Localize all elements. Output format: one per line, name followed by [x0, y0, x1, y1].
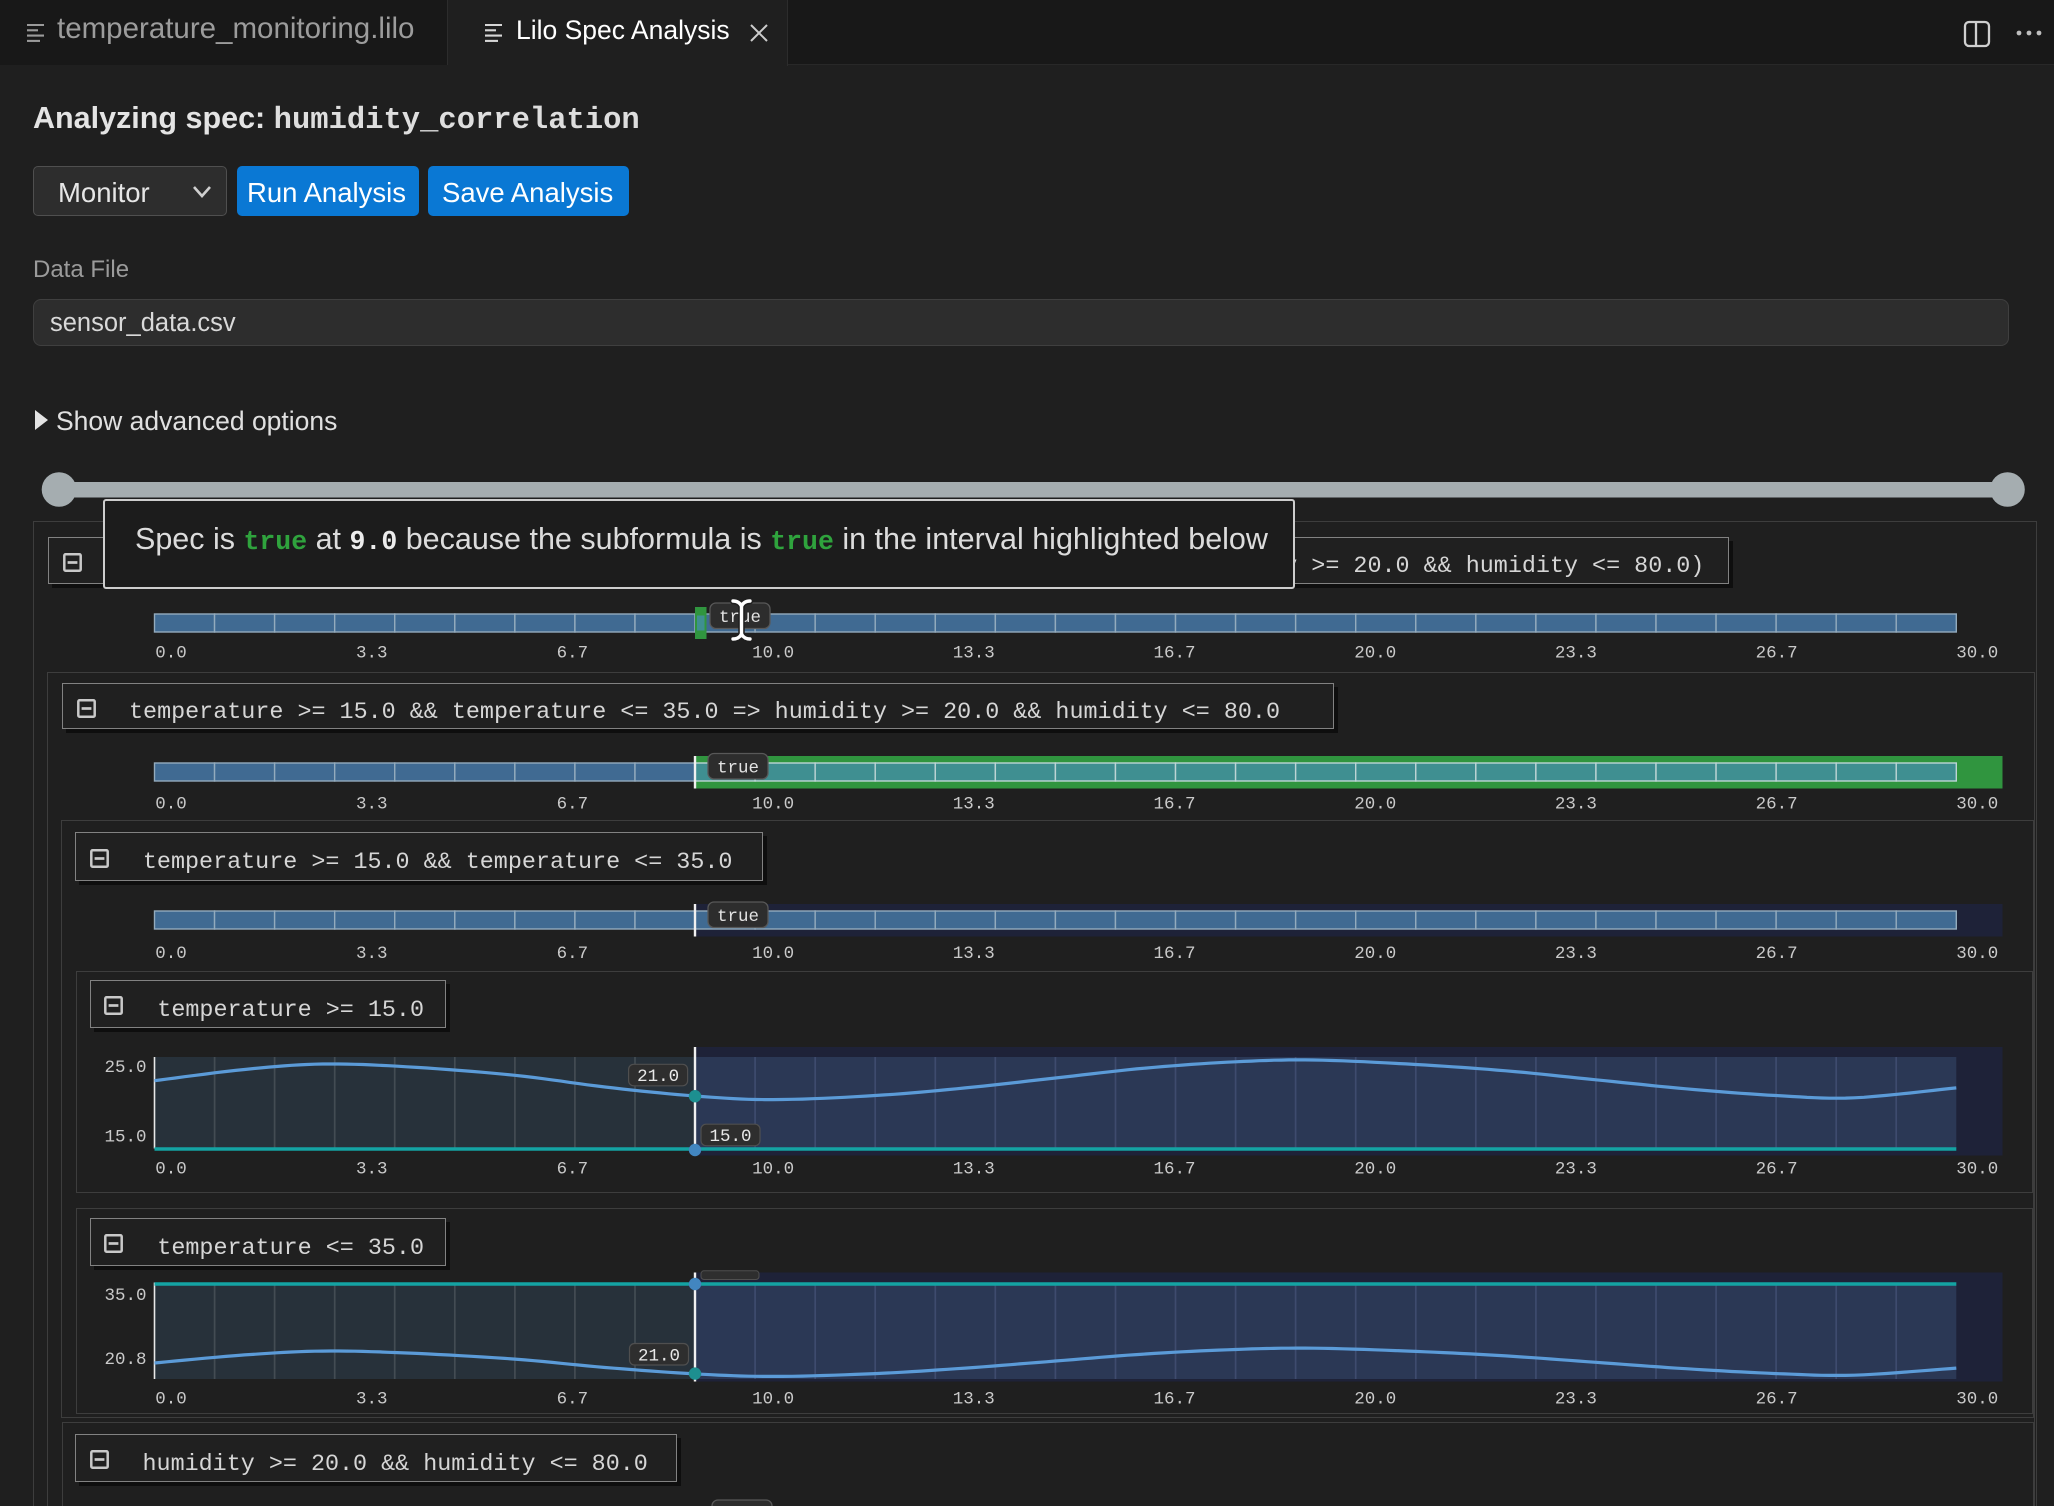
svg-text:10.0: 10.0: [752, 795, 794, 815]
svg-text:true: true: [717, 758, 759, 778]
svg-text:16.7: 16.7: [1153, 1390, 1195, 1410]
svg-text:6.7: 6.7: [557, 644, 589, 664]
svg-text:30.0: 30.0: [1956, 644, 1998, 664]
svg-text:35.0: 35.0: [104, 1286, 146, 1306]
svg-text:3.3: 3.3: [356, 1160, 388, 1180]
svg-text:26.7: 26.7: [1756, 644, 1798, 664]
svg-text:30.0: 30.0: [1956, 1390, 1998, 1410]
svg-text:10.0: 10.0: [752, 944, 794, 964]
svg-text:13.3: 13.3: [953, 1160, 995, 1180]
svg-text:0.0: 0.0: [155, 1390, 187, 1410]
svg-text:6.7: 6.7: [557, 1160, 589, 1180]
svg-text:10.0: 10.0: [752, 644, 794, 664]
svg-text:10.0: 10.0: [752, 1390, 794, 1410]
svg-text:16.7: 16.7: [1153, 644, 1195, 664]
svg-text:25.0: 25.0: [104, 1058, 146, 1078]
svg-text:23.3: 23.3: [1555, 644, 1597, 664]
svg-text:20.8: 20.8: [104, 1350, 146, 1370]
svg-text:13.3: 13.3: [953, 1390, 995, 1410]
svg-text:6.7: 6.7: [557, 1390, 589, 1410]
svg-text:0.0: 0.0: [155, 1160, 187, 1180]
svg-text:3.3: 3.3: [356, 644, 388, 664]
svg-text:16.7: 16.7: [1153, 944, 1195, 964]
svg-text:13.3: 13.3: [953, 644, 995, 664]
svg-text:30.0: 30.0: [1956, 795, 1998, 815]
svg-text:0.0: 0.0: [155, 944, 187, 964]
svg-text:23.3: 23.3: [1555, 795, 1597, 815]
svg-text:20.0: 20.0: [1354, 1390, 1396, 1410]
svg-text:0.0: 0.0: [155, 644, 187, 664]
svg-text:21.0: 21.0: [638, 1346, 680, 1366]
svg-text:20.0: 20.0: [1354, 644, 1396, 664]
svg-text:30.0: 30.0: [1956, 1160, 1998, 1180]
svg-text:10.0: 10.0: [752, 1160, 794, 1180]
svg-text:13.3: 13.3: [953, 795, 995, 815]
svg-text:3.3: 3.3: [356, 795, 388, 815]
svg-text:13.3: 13.3: [953, 944, 995, 964]
svg-text:15.0: 15.0: [104, 1128, 146, 1148]
svg-text:6.7: 6.7: [557, 795, 589, 815]
svg-text:15.0: 15.0: [709, 1127, 751, 1147]
svg-text:3.3: 3.3: [356, 944, 388, 964]
svg-text:6.7: 6.7: [557, 944, 589, 964]
svg-text:21.0: 21.0: [637, 1067, 679, 1087]
svg-text:26.7: 26.7: [1756, 795, 1798, 815]
svg-text:23.3: 23.3: [1555, 1390, 1597, 1410]
svg-text:26.7: 26.7: [1756, 1390, 1798, 1410]
svg-text:26.7: 26.7: [1756, 944, 1798, 964]
svg-text:true: true: [717, 907, 759, 927]
svg-text:20.0: 20.0: [1354, 944, 1396, 964]
svg-text:30.0: 30.0: [1956, 944, 1998, 964]
svg-text:3.3: 3.3: [356, 1390, 388, 1410]
svg-text:20.0: 20.0: [1354, 1160, 1396, 1180]
svg-text:20.0: 20.0: [1354, 795, 1396, 815]
svg-text:16.7: 16.7: [1153, 1160, 1195, 1180]
svg-text:26.7: 26.7: [1756, 1160, 1798, 1180]
svg-text:0.0: 0.0: [155, 795, 187, 815]
svg-text:23.3: 23.3: [1555, 1160, 1597, 1180]
svg-text:16.7: 16.7: [1153, 795, 1195, 815]
svg-text:23.3: 23.3: [1555, 944, 1597, 964]
